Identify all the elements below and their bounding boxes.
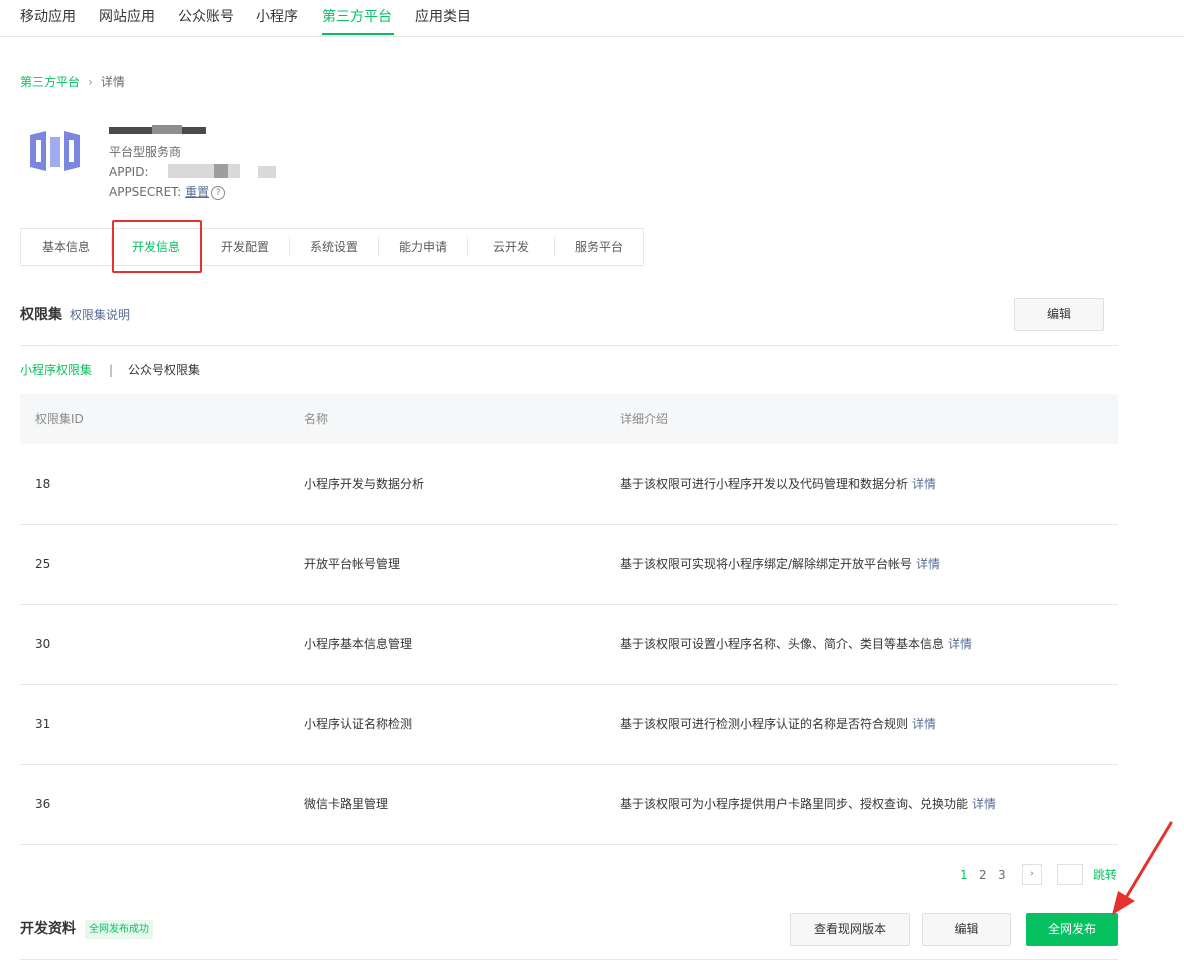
tab-basic-info[interactable]: 基本信息 — [21, 229, 111, 265]
table-row: 18 小程序开发与数据分析 基于该权限可进行小程序开发以及代码管理和数据分析 详情 — [20, 444, 1118, 525]
permission-description: 基于该权限可为小程序提供用户卡路里同步、授权查询、兑换功能 详情 — [620, 796, 996, 812]
breadcrumb-parent-link[interactable]: 第三方平台 — [20, 75, 80, 89]
appid-label: APPID: — [109, 165, 149, 179]
tab-capability-apply[interactable]: 能力申请 — [379, 229, 467, 265]
highlight-box-dev-info — [112, 220, 202, 273]
nav-item-mobile-apps[interactable]: 移动应用 — [20, 8, 76, 26]
permission-name: 小程序开发与数据分析 — [304, 477, 425, 491]
page-3-link[interactable]: 3 — [998, 867, 1006, 883]
permission-name: 开放平台帐号管理 — [304, 557, 401, 571]
appid-copy-redacted — [258, 166, 276, 178]
nav-item-website-apps[interactable]: 网站应用 — [99, 8, 155, 26]
page-2-link[interactable]: 2 — [979, 867, 987, 883]
permission-id: 36 — [35, 797, 51, 811]
column-header-name: 名称 — [304, 412, 329, 426]
dev-materials-edit-button[interactable]: 编辑 — [922, 913, 1011, 946]
status-badge: 全网发布成功 — [85, 920, 153, 939]
table-row: 30 小程序基本信息管理 基于该权限可设置小程序名称、头像、简介、类目等基本信息… — [20, 604, 1118, 685]
appsecret-label: APPSECRET: — [109, 185, 182, 199]
subtab-official-account-permissions[interactable]: 公众号权限集 — [128, 362, 200, 378]
permission-description-text: 基于该权限可设置小程序名称、头像、简介、类目等基本信息 — [620, 637, 945, 651]
permission-description: 基于该权限可进行检测小程序认证的名称是否符合规则 详情 — [620, 716, 936, 732]
permission-name: 微信卡路里管理 — [304, 797, 389, 811]
help-icon[interactable]: ? — [211, 185, 226, 200]
page-1-link[interactable]: 1 — [960, 867, 968, 883]
nav-item-mini-programs[interactable]: 小程序 — [256, 8, 298, 26]
permission-description: 基于该权限可进行小程序开发以及代码管理和数据分析 详情 — [620, 476, 936, 492]
permission-id: 18 — [35, 477, 51, 491]
permission-description-text: 基于该权限可进行小程序开发以及代码管理和数据分析 — [620, 477, 909, 491]
permissions-help-link[interactable]: 权限集说明 — [70, 307, 130, 323]
account-name-redacted-part — [152, 125, 182, 134]
tab-dev-config[interactable]: 开发配置 — [201, 229, 289, 265]
permissions-edit-button[interactable]: 编辑 — [1014, 298, 1104, 331]
page-jump-input[interactable] — [1057, 864, 1083, 885]
nav-active-indicator — [322, 33, 394, 35]
account-type: 平台型服务商 — [109, 145, 182, 159]
permission-description-text: 基于该权限可进行检测小程序认证的名称是否符合规则 — [620, 717, 909, 731]
view-live-version-button[interactable]: 查看现网版本 — [790, 913, 910, 946]
permission-detail-link[interactable]: 详情 — [948, 637, 972, 651]
column-header-id: 权限集ID — [35, 412, 84, 426]
permission-detail-link[interactable]: 详情 — [912, 717, 936, 731]
subtab-separator: | — [109, 363, 114, 377]
platform-logo-icon — [30, 131, 80, 171]
nav-item-official-accounts[interactable]: 公众账号 — [178, 8, 234, 26]
annotation-arrow-icon — [1112, 821, 1173, 915]
permission-id: 31 — [35, 717, 51, 731]
breadcrumb-current: 详情 — [100, 75, 125, 89]
tab-service-platform[interactable]: 服务平台 — [555, 229, 643, 265]
permissions-table-header: 权限集ID 名称 详细介绍 — [20, 394, 1118, 444]
nav-item-third-party-platform[interactable]: 第三方平台 — [322, 8, 392, 26]
column-header-description: 详细介绍 — [620, 412, 669, 426]
permission-id: 25 — [35, 557, 51, 571]
table-row: 25 开放平台帐号管理 基于该权限可实现将小程序绑定/解除绑定开放平台帐号 详情 — [20, 524, 1118, 605]
table-row: 31 小程序认证名称检测 基于该权限可进行检测小程序认证的名称是否符合规则 详情 — [20, 684, 1118, 765]
appid-value-redacted-part — [214, 164, 228, 178]
table-row: 36 微信卡路里管理 基于该权限可为小程序提供用户卡路里同步、授权查询、兑换功能… — [20, 764, 1118, 845]
permissions-title: 权限集 — [20, 307, 62, 323]
permission-detail-link[interactable]: 详情 — [972, 797, 996, 811]
tab-system-settings[interactable]: 系统设置 — [290, 229, 378, 265]
permission-detail-link[interactable]: 详情 — [912, 477, 936, 491]
dev-materials-title: 开发资料 — [20, 921, 76, 937]
nav-item-app-categories[interactable]: 应用类目 — [415, 8, 471, 26]
chevron-right-icon: › — [1030, 869, 1034, 879]
permission-name: 小程序认证名称检测 — [304, 717, 413, 731]
appid-value-redacted — [168, 164, 240, 178]
appsecret-row: APPSECRET: 重置? — [109, 184, 226, 200]
permission-name: 小程序基本信息管理 — [304, 637, 413, 651]
permission-description: 基于该权限可设置小程序名称、头像、简介、类目等基本信息 详情 — [620, 636, 972, 652]
section-divider — [20, 345, 1118, 346]
permission-description-text: 基于该权限可实现将小程序绑定/解除绑定开放平台帐号 — [620, 557, 913, 571]
subtab-mini-program-permissions[interactable]: 小程序权限集 — [20, 362, 92, 378]
permission-description-text: 基于该权限可为小程序提供用户卡路里同步、授权查询、兑换功能 — [620, 797, 969, 811]
section-divider — [20, 959, 1118, 960]
breadcrumb: 第三方平台 › 详情 — [20, 74, 125, 90]
tab-cloud-dev[interactable]: 云开发 — [468, 229, 554, 265]
permission-id: 30 — [35, 637, 51, 651]
permission-detail-link[interactable]: 详情 — [916, 557, 940, 571]
reset-appsecret-link[interactable]: 重置 — [185, 185, 209, 199]
next-page-button[interactable]: › — [1022, 864, 1042, 885]
breadcrumb-separator: › — [88, 75, 93, 89]
permission-description: 基于该权限可实现将小程序绑定/解除绑定开放平台帐号 详情 — [620, 556, 940, 572]
top-nav: 移动应用 网站应用 公众账号 小程序 第三方平台 应用类目 — [0, 0, 1184, 37]
